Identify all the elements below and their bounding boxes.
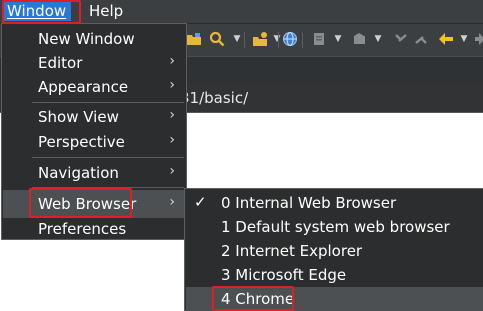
menu-separator: [32, 187, 184, 188]
menu-item-perspective[interactable]: Perspective ›: [3, 130, 185, 154]
menu-item-label: Perspective: [38, 133, 125, 151]
next-annotation-icon[interactable]: [414, 31, 430, 47]
menu-item-label: Preferences: [38, 220, 127, 238]
browser-option-chrome[interactable]: 4 Chrome: [186, 287, 483, 311]
toolbar-separator: [278, 32, 279, 48]
toolbar-separator: [244, 32, 245, 48]
forward-arrow-icon[interactable]: [472, 31, 483, 47]
annotation-dropdown-icon[interactable]: ▼: [330, 31, 346, 47]
menu-help[interactable]: Help: [89, 2, 123, 21]
chevron-right-icon: ›: [169, 77, 175, 93]
previous-edit-dropdown-icon[interactable]: ▼: [370, 31, 386, 47]
menu-item-label: Navigation: [38, 164, 119, 182]
chevron-right-icon: ›: [169, 107, 175, 123]
menu-item-appearance[interactable]: Appearance ›: [3, 75, 185, 99]
chevron-right-icon: ›: [169, 53, 175, 69]
menu-item-label: New Window: [38, 30, 135, 48]
window-menu-dropdown: New Window Editor › Appearance › Show Vi…: [1, 23, 187, 240]
browser-option-label: 0 Internal Web Browser: [221, 194, 397, 212]
previous-edit-icon[interactable]: [352, 31, 368, 47]
menu-separator: [32, 102, 184, 103]
open-folder-icon[interactable]: [186, 31, 202, 47]
annotation-icon[interactable]: [311, 31, 327, 47]
browser-option-label: 1 Default system web browser: [221, 218, 450, 236]
browser-option-microsoft-edge[interactable]: 3 Microsoft Edge: [186, 263, 483, 287]
chevron-right-icon: ›: [169, 132, 175, 148]
menu-item-label: Web Browser: [38, 195, 137, 213]
browser-option-internet-explorer[interactable]: 2 Internet Explorer: [186, 239, 483, 263]
menu-item-show-view[interactable]: Show View ›: [3, 105, 185, 129]
checkmark-icon: ✓: [194, 193, 207, 211]
back-dropdown-icon[interactable]: ▼: [456, 31, 472, 47]
menu-item-label: Editor: [38, 54, 83, 72]
chevron-right-icon: ›: [169, 163, 175, 179]
browser-option-internal[interactable]: ✓ 0 Internal Web Browser: [186, 191, 483, 215]
menu-window[interactable]: Window: [2, 2, 72, 21]
browser-option-label: 3 Microsoft Edge: [221, 266, 347, 284]
globe-icon[interactable]: [282, 31, 298, 47]
browser-option-label: 2 Internet Explorer: [221, 242, 363, 260]
menu-item-label: Show View: [38, 108, 119, 126]
search-icon[interactable]: [209, 31, 225, 47]
browser-option-label: 4 Chrome: [221, 290, 295, 308]
menu-separator: [32, 157, 184, 158]
open-key-folder-icon[interactable]: [252, 31, 268, 47]
menu-item-new-window[interactable]: New Window: [3, 27, 185, 51]
menu-item-label: Appearance: [38, 78, 129, 96]
back-arrow-icon[interactable]: [438, 31, 454, 47]
menu-bar: Window Help: [0, 0, 483, 24]
menu-item-navigation[interactable]: Navigation ›: [3, 161, 185, 185]
toolbar-separator: [302, 32, 303, 48]
menu-item-editor[interactable]: Editor ›: [3, 51, 185, 75]
web-browser-submenu: ✓ 0 Internal Web Browser 1 Default syste…: [184, 188, 483, 311]
search-dropdown-icon[interactable]: ▼: [229, 31, 245, 47]
prev-annotation-icon[interactable]: [392, 31, 408, 47]
menu-item-preferences[interactable]: Preferences: [3, 217, 185, 241]
chevron-right-icon: ›: [169, 194, 175, 210]
browser-option-default-system[interactable]: 1 Default system web browser: [186, 215, 483, 239]
menu-item-web-browser[interactable]: Web Browser ›: [3, 190, 185, 218]
address-path: 31/basic/: [180, 89, 249, 107]
